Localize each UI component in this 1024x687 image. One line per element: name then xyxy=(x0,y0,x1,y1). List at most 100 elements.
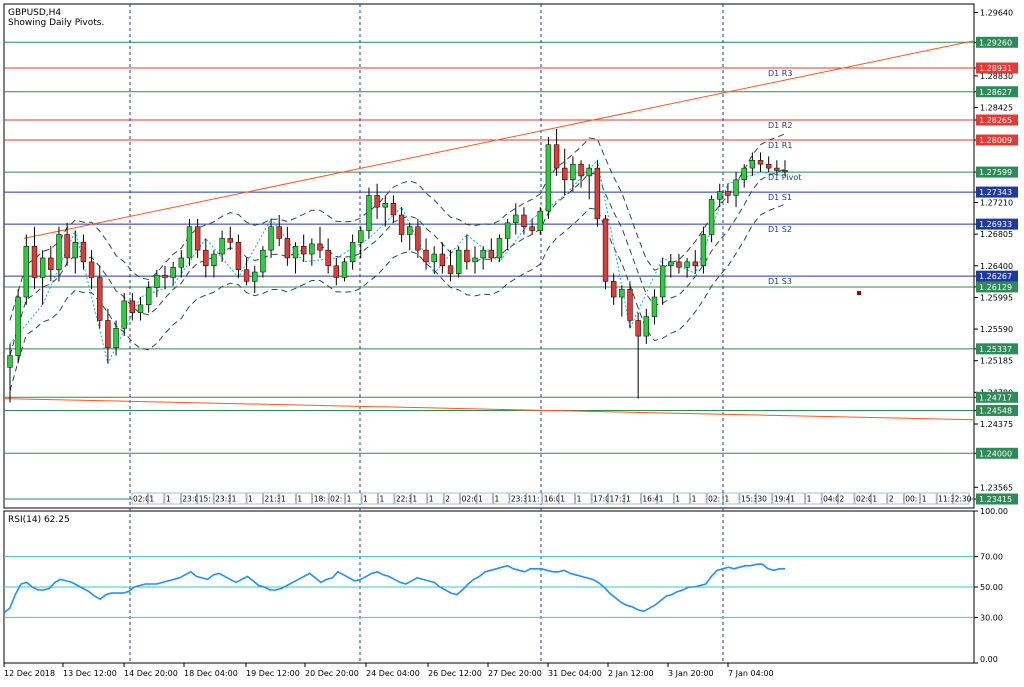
candle-body xyxy=(194,226,201,251)
time-chip-label: 1 xyxy=(922,495,927,504)
price-badge-label: 1.24548 xyxy=(979,406,1012,415)
candle-body xyxy=(757,160,764,165)
pivot-label: D1 S2 xyxy=(768,225,792,234)
time-chip-label: 1 xyxy=(577,495,582,504)
time-chip-label: 1 xyxy=(872,495,877,504)
candle-body xyxy=(178,257,185,268)
candle-body xyxy=(56,234,62,270)
candle-body xyxy=(472,257,478,263)
candle-body xyxy=(333,265,340,278)
time-chip-label: 1 xyxy=(149,495,154,504)
candle-body xyxy=(570,163,576,181)
candle-body xyxy=(227,238,233,243)
x-tick-label: 3 Jan 20:00 xyxy=(668,669,714,678)
x-tick-label: 24 Dec 04:00 xyxy=(366,669,420,678)
candle-body xyxy=(382,203,388,208)
candle-body xyxy=(398,214,405,235)
candle-body xyxy=(358,230,364,243)
time-chip-label: 1 xyxy=(725,495,730,504)
candle-body xyxy=(464,249,470,263)
price-tick-label: 1.25590 xyxy=(980,325,1013,334)
candle-body xyxy=(488,249,495,259)
candle-body xyxy=(186,226,193,259)
candle-body xyxy=(366,195,372,231)
candle-body xyxy=(390,203,397,216)
candle-body xyxy=(741,167,747,181)
candle-body xyxy=(423,249,429,263)
price-tick-label: 1.26805 xyxy=(980,230,1013,239)
time-chip-label: 1 xyxy=(297,495,302,504)
price-badge-label: 1.24717 xyxy=(979,393,1012,402)
pivot-label: D1 Pivot xyxy=(768,173,801,182)
price-badge-label: 1.26933 xyxy=(979,220,1012,229)
price-badge-label: 1.26129 xyxy=(979,283,1012,292)
time-chip-label: 15: xyxy=(199,495,211,504)
candle-body xyxy=(521,214,527,227)
candle-body xyxy=(480,249,486,259)
x-tick-label: 14 Dec 20:00 xyxy=(124,669,178,678)
pivot-label: D1 S3 xyxy=(768,277,792,286)
time-chip-label: 1 xyxy=(626,495,631,504)
rsi-tick-label: 30.00 xyxy=(980,613,1003,622)
candle-body xyxy=(252,271,258,282)
candle-body xyxy=(447,265,454,274)
price-badge-label: 1.28931 xyxy=(979,64,1012,73)
x-tick-label: 13 Dec 12:00 xyxy=(63,669,117,678)
pivot-label: D1 R2 xyxy=(768,121,792,130)
candle-body xyxy=(219,238,225,255)
candle-body xyxy=(627,288,633,321)
time-chip-label: 1 xyxy=(166,495,171,504)
rsi-tick-label: 0.00 xyxy=(980,655,998,664)
candle-body xyxy=(692,261,698,267)
time-chip-label: 1 xyxy=(363,495,368,504)
time-chip-label: 1 xyxy=(281,495,286,504)
candle-body xyxy=(317,243,323,251)
price-tick-label: 1.23565 xyxy=(980,483,1013,492)
candle-body xyxy=(717,191,723,200)
time-chip-label: 1 xyxy=(675,495,680,504)
rsi-tick-label: 100.00 xyxy=(980,507,1008,516)
candle-body xyxy=(586,167,592,177)
time-chip-label: 1 xyxy=(248,495,253,504)
candle-body xyxy=(668,261,674,267)
candle-body xyxy=(439,253,446,267)
time-chip-label: 1 xyxy=(232,495,237,504)
candle-body xyxy=(72,242,78,259)
candle-body xyxy=(113,328,119,349)
candle-body xyxy=(635,320,641,337)
time-chip-label: 2 xyxy=(889,495,894,504)
candle-body xyxy=(211,253,217,267)
candle-body xyxy=(260,249,266,273)
candle-body xyxy=(594,167,601,220)
candle-body xyxy=(121,300,127,329)
time-chip-label: 1 xyxy=(560,495,565,504)
candle-body xyxy=(300,245,307,255)
candle-body xyxy=(243,269,250,282)
candle-body xyxy=(48,257,54,270)
price-tick-label: 1.24375 xyxy=(980,420,1013,429)
time-chip-label: 2 xyxy=(840,495,845,504)
price-badge-label: 1.29260 xyxy=(979,38,1012,47)
candle-body xyxy=(39,257,46,278)
time-chip-label: 1 xyxy=(412,495,417,504)
time-chip-label: 1 xyxy=(379,495,384,504)
candle-body xyxy=(88,261,95,278)
candle-body xyxy=(708,199,715,235)
candle-body xyxy=(162,274,168,278)
price-badge-label: 1.27599 xyxy=(979,168,1012,177)
x-tick-label: 7 Jan 04:00 xyxy=(728,669,774,678)
price-badge-label: 1.28009 xyxy=(979,136,1012,145)
dot-marker xyxy=(857,291,861,296)
candle-body xyxy=(64,234,70,259)
price-tick-label: 1.27210 xyxy=(980,198,1013,207)
candle-body xyxy=(292,245,299,259)
price-badge-label: 1.23415 xyxy=(979,495,1012,504)
candle-body xyxy=(700,234,707,267)
time-chip-label: 1 xyxy=(494,495,499,504)
candle-body xyxy=(349,242,356,263)
candle-body xyxy=(684,261,690,268)
candle-body xyxy=(325,249,331,267)
candle-body xyxy=(749,160,756,169)
candle-body xyxy=(7,355,13,368)
price-chart: 02:011 1 23:0015: 23:301 1 21:301 1 18: 02: 1 1 1 22… xyxy=(0,0,1024,683)
